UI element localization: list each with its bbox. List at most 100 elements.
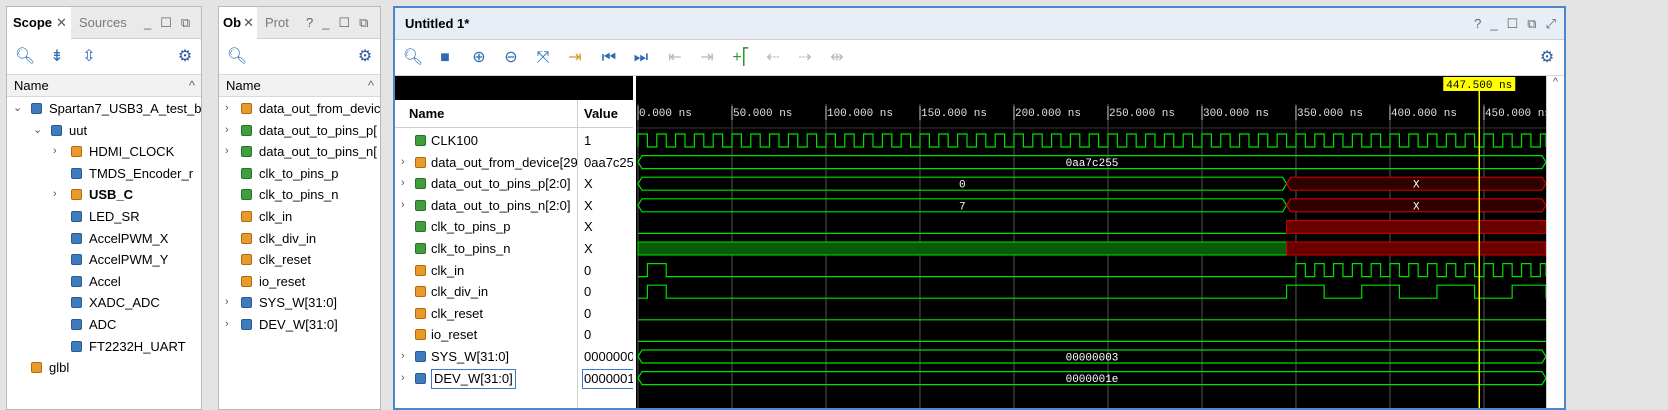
scope-tree-item[interactable]: glbl — [7, 357, 201, 379]
previous-transition-icon[interactable]: ⇤ — [663, 46, 687, 70]
zoom-in-icon[interactable]: ⊕ — [467, 46, 491, 70]
chevron-down-icon[interactable]: ⌄ — [13, 98, 22, 119]
signal-row[interactable]: clk_to_pins_p — [395, 216, 577, 238]
scope-tree-item[interactable]: AccelPWM_X — [7, 228, 201, 250]
chevron-up-icon[interactable]: ^ — [1547, 76, 1564, 88]
chevron-right-icon[interactable]: › — [225, 314, 229, 335]
signal-row[interactable]: CLK100 — [395, 130, 577, 152]
chevron-right-icon[interactable]: › — [225, 292, 229, 313]
scope-tree-item[interactable]: FT2232H_UART — [7, 336, 201, 358]
chevron-up-icon[interactable]: ^ — [189, 75, 195, 97]
scope-tree-item[interactable]: ADC — [7, 314, 201, 336]
zoom-fit-icon[interactable]: ⤧ — [531, 46, 555, 70]
close-icon[interactable]: ✕ — [56, 15, 67, 30]
object-item[interactable]: › SYS_W[31:0] — [219, 292, 380, 314]
chevron-right-icon[interactable]: › — [225, 120, 229, 141]
chevron-right-icon[interactable]: › — [401, 173, 405, 194]
go-to-start-icon[interactable]: ⏮ — [597, 46, 621, 70]
expand-all-icon[interactable]: ⇳ — [77, 45, 101, 69]
chevron-right-icon[interactable]: › — [401, 368, 405, 389]
chevron-right-icon[interactable]: › — [401, 152, 405, 173]
chevron-right-icon[interactable]: › — [225, 98, 229, 119]
signal-row[interactable]: clk_reset — [395, 303, 577, 325]
object-item[interactable]: › data_out_to_pins_p[ — [219, 120, 380, 142]
collapse-all-icon[interactable]: ⇟ — [45, 45, 69, 69]
next-marker-icon[interactable]: ⇢ — [793, 46, 817, 70]
help-icon[interactable]: ? — [1474, 8, 1481, 40]
waveform-title[interactable]: Untitled 1* — [399, 8, 475, 40]
minimize-icon[interactable]: _ — [144, 7, 151, 39]
object-item[interactable]: io_reset — [219, 271, 380, 293]
scope-tree-item[interactable]: › USB_C — [7, 184, 201, 206]
maximize-icon[interactable]: ⤢ — [1546, 8, 1556, 40]
chevron-right-icon[interactable]: › — [53, 184, 57, 205]
chevron-down-icon[interactable]: ⌄ — [33, 120, 42, 141]
scope-tree-item[interactable]: TMDS_Encoder_r — [7, 163, 201, 185]
tab-sources[interactable]: Sources — [73, 7, 133, 39]
help-icon[interactable]: ? — [306, 7, 313, 39]
float-icon[interactable]: ⧉ — [181, 7, 190, 39]
scope-tree-item[interactable]: ⌄ Spartan7_USB3_A_test_be — [7, 98, 201, 120]
chevron-right-icon[interactable]: › — [53, 141, 57, 162]
scope-header[interactable]: Name ^ — [7, 75, 201, 97]
chevron-right-icon[interactable]: › — [401, 346, 405, 367]
zoom-out-icon[interactable]: ⊖ — [499, 46, 523, 70]
object-item[interactable]: clk_to_pins_n — [219, 184, 380, 206]
chevron-right-icon[interactable]: › — [225, 141, 229, 162]
signal-row[interactable]: › data_out_to_pins_p[2:0] — [395, 173, 577, 195]
go-to-cursor-icon[interactable]: ⇥ — [563, 46, 587, 70]
restore-icon[interactable]: ☐ — [1507, 8, 1519, 40]
signal-row[interactable]: clk_in — [395, 260, 577, 282]
scope-tree-item[interactable]: ⌄ uut — [7, 120, 201, 142]
object-item[interactable]: clk_div_in — [219, 228, 380, 250]
restore-icon[interactable]: ☐ — [160, 7, 172, 39]
waveform-canvas[interactable]: 0.000 ns 50.000 ns 100.000 ns 150.000 ns 200… — [636, 76, 1548, 408]
object-item[interactable]: clk_to_pins_p — [219, 163, 380, 185]
add-marker-icon[interactable]: +⎡ — [729, 46, 753, 70]
gear-icon[interactable]: ⚙ — [353, 45, 377, 69]
search-icon[interactable]: 🔍︎ — [401, 46, 425, 70]
object-item[interactable]: clk_reset — [219, 249, 380, 271]
scope-tree-item[interactable]: LED_SR — [7, 206, 201, 228]
tab-objects[interactable]: Ob ✕ — [219, 7, 257, 39]
signal-name: data_out_from_device[29:0] — [431, 154, 593, 170]
scope-tree-item[interactable]: XADC_ADC — [7, 292, 201, 314]
signal-row[interactable]: › data_out_from_device[29:0] — [395, 152, 592, 174]
previous-marker-icon[interactable]: ⇠ — [761, 46, 785, 70]
restore-icon[interactable]: ☐ — [338, 7, 350, 39]
tab-protocol[interactable]: Prot — [259, 7, 295, 39]
value-column-header[interactable]: Value — [578, 100, 633, 128]
search-icon[interactable]: 🔍︎ — [225, 45, 249, 69]
name-column-header[interactable]: Name — [395, 100, 577, 128]
object-item[interactable]: › data_out_from_devic — [219, 98, 380, 120]
signal-row[interactable]: clk_to_pins_n — [395, 238, 577, 260]
object-item[interactable]: clk_in — [219, 206, 380, 228]
chevron-up-icon[interactable]: ^ — [368, 75, 374, 97]
scope-tree-item[interactable]: › HDMI_CLOCK — [7, 141, 201, 163]
signal-row[interactable]: › SYS_W[31:0] — [395, 346, 577, 368]
search-icon[interactable]: 🔍︎ — [13, 45, 37, 69]
chevron-right-icon[interactable]: › — [401, 195, 405, 216]
signal-row[interactable]: › DEV_W[31:0] — [395, 368, 577, 390]
minimize-icon[interactable]: _ — [1490, 8, 1497, 40]
signal-row[interactable]: › data_out_to_pins_n[2:0] — [395, 195, 577, 217]
gear-icon[interactable]: ⚙ — [173, 45, 197, 69]
next-transition-icon[interactable]: ⇥ — [695, 46, 719, 70]
close-icon[interactable]: ✕ — [243, 15, 254, 30]
float-icon[interactable]: ⧉ — [1527, 8, 1536, 40]
scope-tree-item[interactable]: Accel — [7, 271, 201, 293]
objects-header[interactable]: Name ^ — [219, 75, 380, 97]
signal-row[interactable]: clk_div_in — [395, 281, 577, 303]
swap-cursors-icon[interactable]: ⇹ — [825, 46, 849, 70]
go-to-end-icon[interactable]: ⏭ — [629, 46, 653, 70]
object-item[interactable]: › DEV_W[31:0] — [219, 314, 380, 336]
signal-row[interactable]: io_reset — [395, 324, 577, 346]
object-item[interactable]: › data_out_to_pins_n[ — [219, 141, 380, 163]
gear-icon[interactable]: ⚙ — [1535, 46, 1559, 70]
scope-tree-item[interactable]: AccelPWM_Y — [7, 249, 201, 271]
tab-scope[interactable]: Scope ✕ — [7, 7, 71, 39]
save-icon[interactable]: ■ — [433, 46, 457, 70]
vertical-scrollbar[interactable]: ^ — [1546, 76, 1564, 408]
minimize-icon[interactable]: _ — [322, 7, 329, 39]
float-icon[interactable]: ⧉ — [359, 7, 368, 39]
